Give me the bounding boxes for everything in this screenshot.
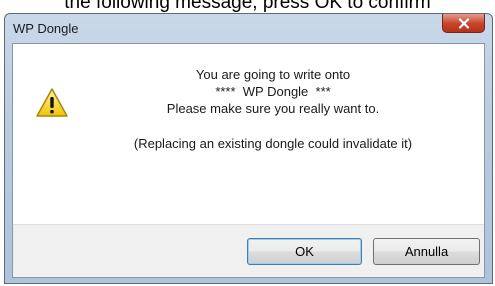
- ok-button[interactable]: OK: [247, 238, 362, 265]
- message-line-2: **** WP Dongle ***: [215, 84, 331, 99]
- button-bar: OK Annulla: [13, 224, 484, 277]
- message-line-3: Please make sure you really want to.: [166, 101, 380, 116]
- message-line-1: You are going to write onto: [195, 67, 351, 82]
- close-button[interactable]: [442, 14, 485, 33]
- close-icon: [458, 17, 469, 29]
- background-caption: the following message, press OK to confi…: [0, 0, 495, 14]
- background-caption-text: the following message, press OK to confi…: [64, 0, 431, 13]
- dialog-content: You are going to write onto **** WP Dong…: [12, 43, 485, 278]
- dialog-window: WP Dongle You are going to write onto **…: [4, 13, 493, 284]
- titlebar[interactable]: WP Dongle: [5, 14, 492, 43]
- window-title: WP Dongle: [13, 21, 79, 36]
- message-line-4: (Replacing an existing dongle could inva…: [133, 136, 413, 151]
- cancel-button[interactable]: Annulla: [373, 238, 480, 265]
- warning-icon: [36, 88, 68, 117]
